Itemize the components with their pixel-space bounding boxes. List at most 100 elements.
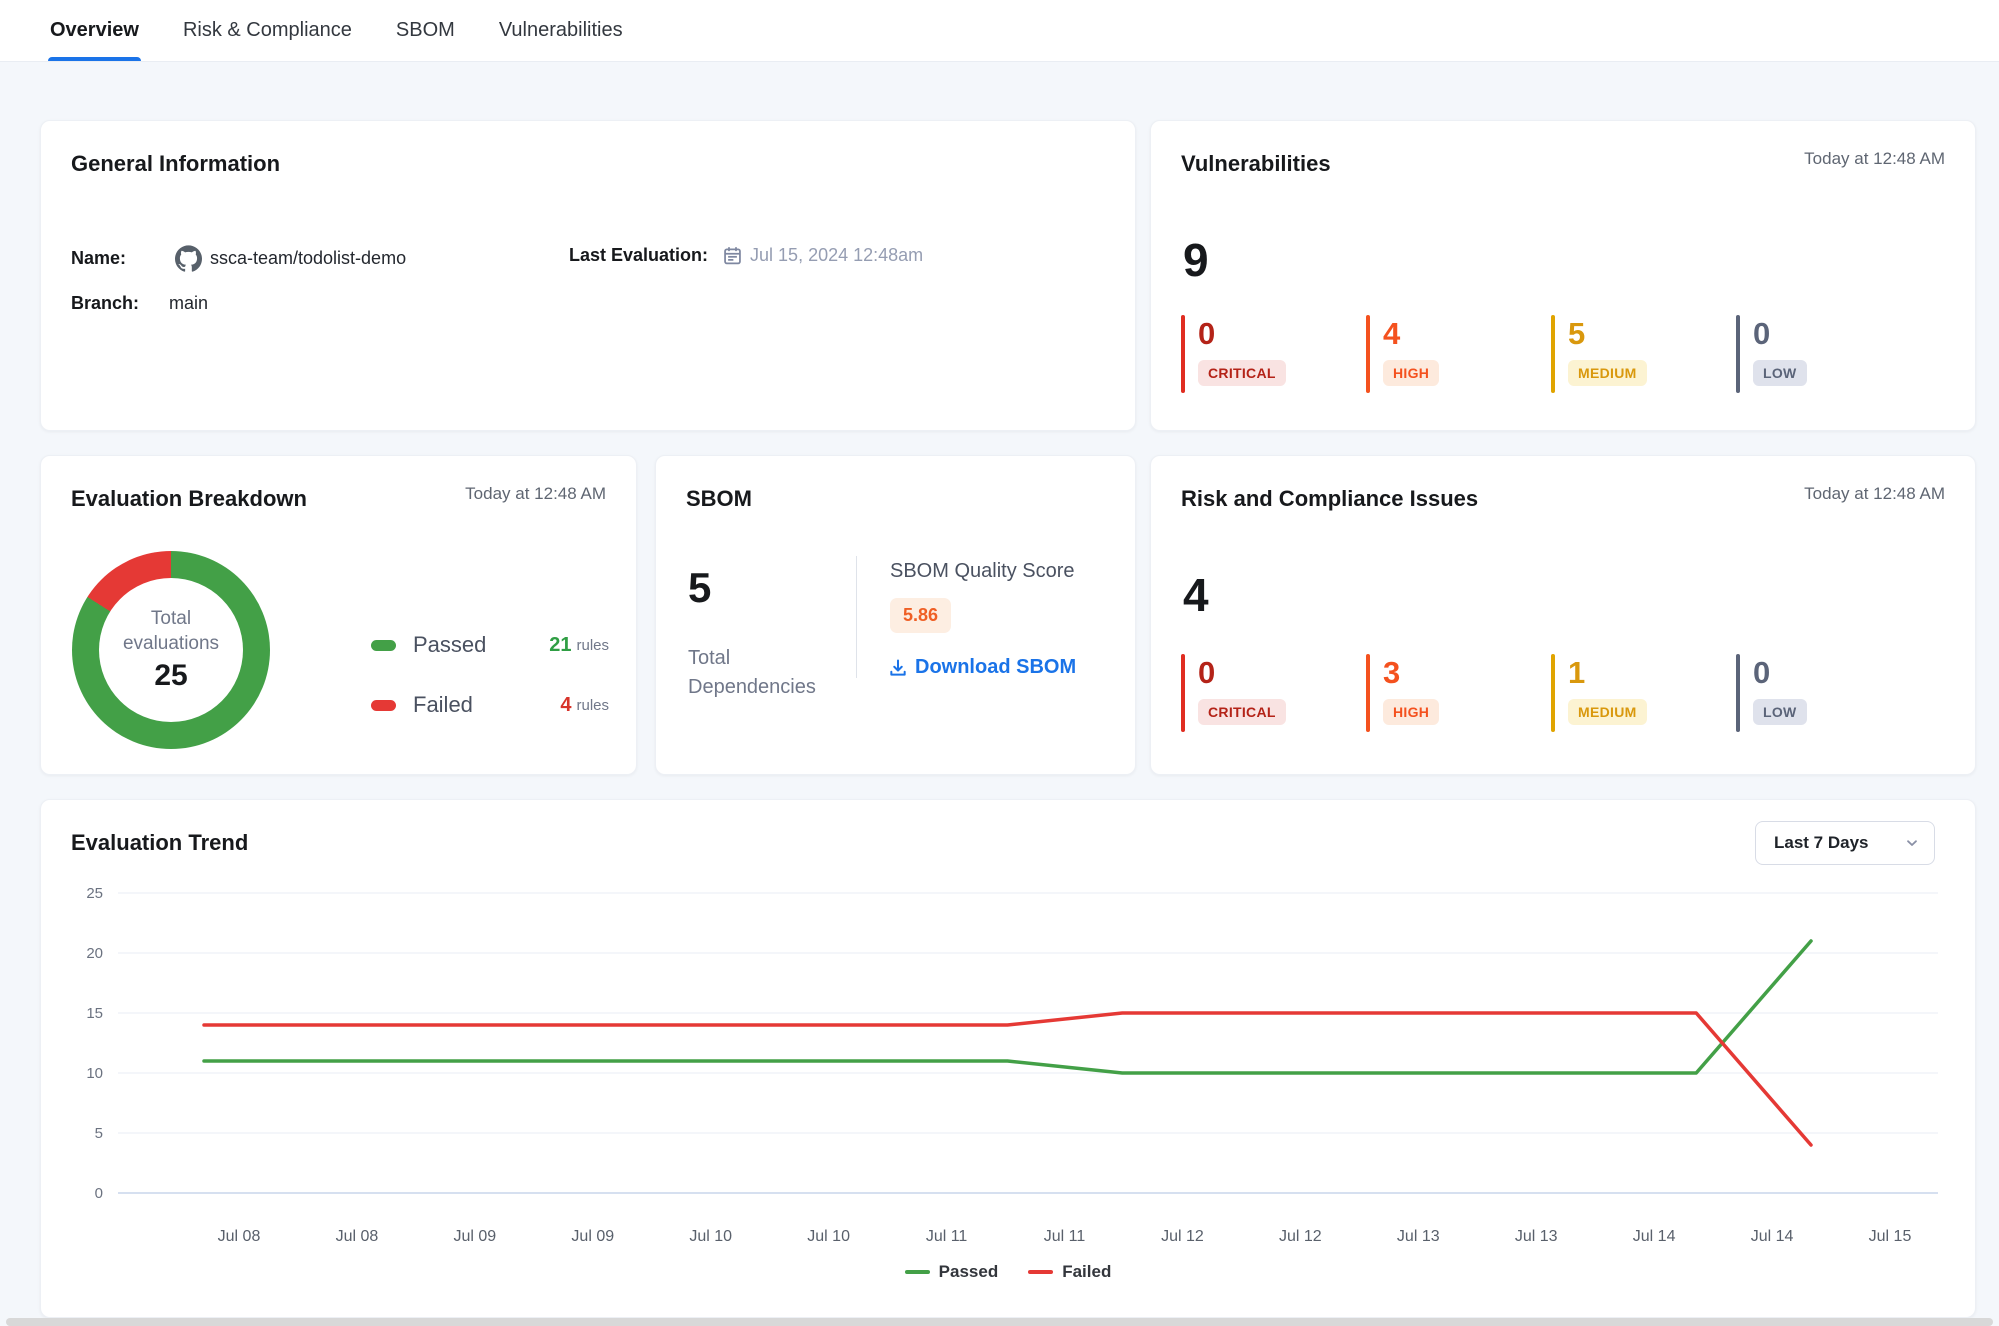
svg-text:25: 25 xyxy=(86,885,103,902)
passed-count: 21 xyxy=(549,634,571,657)
tab-overview-label: Overview xyxy=(50,19,139,42)
svg-text:Jul 11: Jul 11 xyxy=(926,1228,968,1245)
horizontal-scrollbar[interactable] xyxy=(6,1318,1993,1326)
name-label: Name: xyxy=(71,248,151,269)
evaluation-trend-line-chart: 0510152025Jul 08Jul 08Jul 09Jul 09Jul 10… xyxy=(41,800,1977,1319)
tab-bar: Overview Risk & Compliance SBOM Vulnerab… xyxy=(0,0,1999,62)
vulnerabilities-title: Vulnerabilities xyxy=(1181,151,1331,177)
vertical-divider xyxy=(856,556,857,678)
failed-line-icon xyxy=(1028,1270,1053,1274)
svg-text:10: 10 xyxy=(86,1065,103,1082)
trend-legend-passed-label: Passed xyxy=(939,1262,999,1282)
branch-label: Branch: xyxy=(71,293,169,314)
tab-vulnerabilities[interactable]: Vulnerabilities xyxy=(499,0,623,61)
total-dependencies-label: Total Dependencies xyxy=(688,644,816,702)
severity-bar xyxy=(1551,315,1555,393)
medium-count: 5 xyxy=(1568,317,1647,351)
severity-bar xyxy=(1181,654,1185,732)
failed-label: Failed xyxy=(413,692,560,718)
risk-compliance-timestamp: Today at 12:48 AM xyxy=(1804,484,1945,504)
low-count: 0 xyxy=(1753,656,1807,690)
high-count: 4 xyxy=(1383,317,1439,351)
svg-text:Jul 09: Jul 09 xyxy=(571,1228,614,1245)
severity-bar xyxy=(1366,315,1370,393)
tab-risk-compliance[interactable]: Risk & Compliance xyxy=(183,0,352,61)
last-evaluation-label: Last Evaluation: xyxy=(569,245,708,266)
trend-legend-failed-label: Failed xyxy=(1062,1262,1111,1282)
breakdown-legend: Passed 21 rules Failed 4 rules xyxy=(371,628,609,748)
svg-text:Jul 12: Jul 12 xyxy=(1161,1228,1204,1245)
severity-critical: 0 CRITICAL xyxy=(1181,315,1303,393)
failed-unit: rules xyxy=(576,697,609,714)
severity-high: 4 HIGH xyxy=(1366,315,1488,393)
tab-risk-compliance-label: Risk & Compliance xyxy=(183,19,352,42)
donut-total: 25 xyxy=(154,659,187,693)
svg-text:5: 5 xyxy=(95,1125,103,1142)
risk-compliance-card: Risk and Compliance Issues Today at 12:4… xyxy=(1150,455,1976,775)
critical-count: 0 xyxy=(1198,656,1286,690)
svg-text:20: 20 xyxy=(86,945,103,962)
critical-badge: CRITICAL xyxy=(1198,699,1286,725)
severity-medium: 1 MEDIUM xyxy=(1551,654,1673,732)
high-count: 3 xyxy=(1383,656,1439,690)
trend-legend-passed: Passed xyxy=(905,1262,999,1282)
severity-bar xyxy=(1181,315,1185,393)
risk-severity-row: 0 CRITICAL 3 HIGH 1 MEDIUM 0 LOW xyxy=(1181,654,1858,732)
evaluation-breakdown-timestamp: Today at 12:48 AM xyxy=(465,484,606,504)
download-sbom-link[interactable]: Download SBOM xyxy=(888,656,1076,679)
severity-low: 0 LOW xyxy=(1736,654,1858,732)
download-icon xyxy=(888,658,908,678)
total-dependencies-label-line2: Dependencies xyxy=(688,673,816,702)
svg-text:Jul 12: Jul 12 xyxy=(1279,1228,1322,1245)
evaluation-donut-chart: Total evaluations 25 xyxy=(72,551,270,749)
svg-text:Jul 15: Jul 15 xyxy=(1869,1228,1912,1245)
medium-badge: MEDIUM xyxy=(1568,360,1647,386)
repo-name-value: ssca-team/todolist-demo xyxy=(210,248,406,269)
evaluation-breakdown-card: Evaluation Breakdown Today at 12:48 AM T… xyxy=(40,455,637,775)
low-badge: LOW xyxy=(1753,360,1807,386)
svg-text:Jul 11: Jul 11 xyxy=(1044,1228,1086,1245)
download-sbom-label: Download SBOM xyxy=(915,656,1076,679)
severity-medium: 5 MEDIUM xyxy=(1551,315,1673,393)
trend-legend: Passed Failed xyxy=(41,1262,1975,1282)
severity-bar xyxy=(1551,654,1555,732)
calendar-icon xyxy=(722,245,743,266)
vulnerabilities-card: Vulnerabilities Today at 12:48 AM 9 0 CR… xyxy=(1150,120,1976,431)
svg-text:Jul 13: Jul 13 xyxy=(1397,1228,1440,1245)
donut-caption-line1: Total xyxy=(123,607,219,632)
critical-count: 0 xyxy=(1198,317,1286,351)
high-badge: HIGH xyxy=(1383,360,1439,386)
severity-high: 3 HIGH xyxy=(1366,654,1488,732)
failed-count: 4 xyxy=(560,694,571,717)
tab-sbom[interactable]: SBOM xyxy=(396,0,455,61)
vulnerabilities-severity-row: 0 CRITICAL 4 HIGH 5 MEDIUM 0 LOW xyxy=(1181,315,1858,393)
low-badge: LOW xyxy=(1753,699,1807,725)
svg-text:Jul 08: Jul 08 xyxy=(218,1228,261,1245)
svg-text:Jul 10: Jul 10 xyxy=(807,1228,850,1245)
svg-text:Jul 14: Jul 14 xyxy=(1751,1228,1794,1245)
trend-legend-failed: Failed xyxy=(1028,1262,1111,1282)
github-icon xyxy=(175,245,202,272)
risk-compliance-title: Risk and Compliance Issues xyxy=(1181,486,1478,512)
last-evaluation-value: Jul 15, 2024 12:48am xyxy=(750,245,923,266)
vulnerabilities-timestamp: Today at 12:48 AM xyxy=(1804,149,1945,169)
severity-low: 0 LOW xyxy=(1736,315,1858,393)
sbom-title: SBOM xyxy=(686,486,752,512)
svg-text:Jul 10: Jul 10 xyxy=(689,1228,732,1245)
low-count: 0 xyxy=(1753,317,1807,351)
sbom-quality-score-label: SBOM Quality Score xyxy=(890,560,1075,583)
severity-bar xyxy=(1736,654,1740,732)
sbom-card: SBOM 5 Total Dependencies SBOM Quality S… xyxy=(655,455,1136,775)
failed-pill-icon xyxy=(371,700,396,711)
donut-caption-line2: evaluations xyxy=(123,632,219,657)
passed-pill-icon xyxy=(371,640,396,651)
passed-line-icon xyxy=(905,1270,930,1274)
total-dependencies-count: 5 xyxy=(688,564,711,612)
svg-text:Jul 09: Jul 09 xyxy=(454,1228,497,1245)
svg-text:15: 15 xyxy=(86,1005,103,1022)
legend-passed-row: Passed 21 rules xyxy=(371,628,609,662)
severity-bar xyxy=(1366,654,1370,732)
svg-text:Jul 14: Jul 14 xyxy=(1633,1228,1676,1245)
donut-center: Total evaluations 25 xyxy=(99,578,243,722)
tab-overview[interactable]: Overview xyxy=(50,0,139,61)
